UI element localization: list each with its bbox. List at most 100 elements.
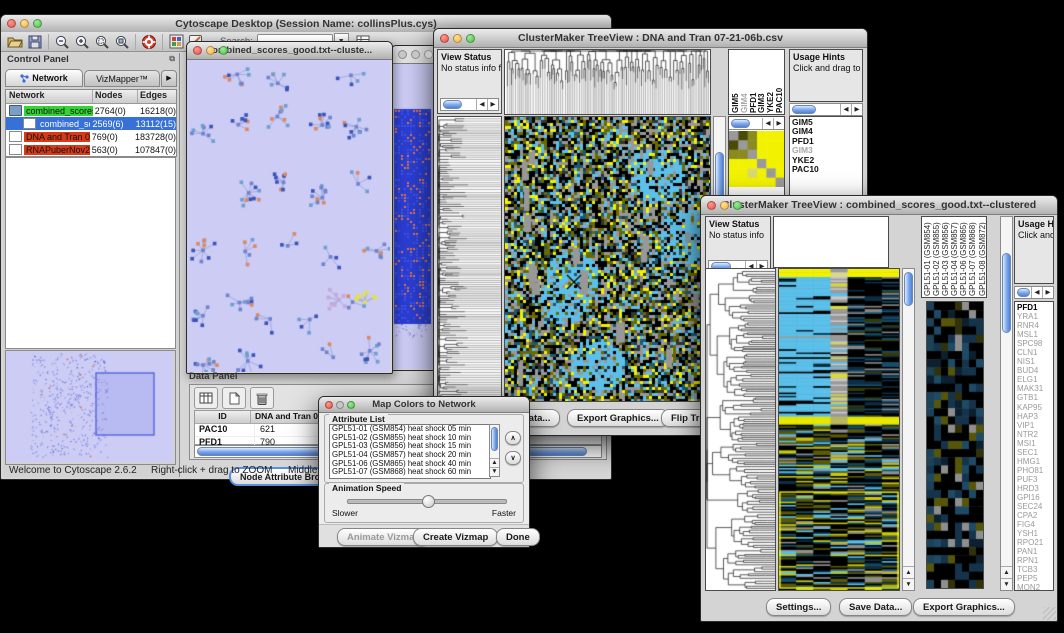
tv2-export-graphics-button[interactable]: Export Graphics... [913,598,1015,616]
tv1-column-label[interactable]: GIM5 [731,79,740,113]
tv1-title-bar[interactable]: ClusterMaker TreeView : DNA and Tran 07-… [434,29,867,48]
tv2-gene-label[interactable]: MSL1 [1017,330,1053,339]
close-icon[interactable] [325,401,333,409]
tv2-gene-label[interactable]: ELG1 [1017,375,1053,384]
open-file-icon[interactable] [5,33,25,51]
new-attribute-icon[interactable] [222,387,246,409]
zoom-window-icon[interactable] [33,19,42,28]
zoom-window-icon[interactable] [347,401,355,409]
attribute-item[interactable]: GPL51-02 (GSM855) heat shock 10 min [332,434,490,443]
minimize-icon[interactable] [206,46,215,55]
attribute-item[interactable]: GPL51-01 (GSM854) heat shock 05 min [332,425,490,434]
tv2-gene-label[interactable]: HRD3 [1017,484,1053,493]
tv2-gene-label[interactable]: PEP5 [1017,574,1053,583]
tv2-gene-label[interactable]: RNR4 [1017,321,1053,330]
close-icon[interactable] [440,34,449,43]
tv1-column-label[interactable]: YKE2 [766,79,775,113]
vizmapper-icon[interactable] [166,33,186,51]
tv2-gene-label[interactable]: GPI16 [1017,493,1053,502]
tv2-gene-vscrollbar[interactable]: ▲▼ [1000,216,1013,591]
tv2-column-label[interactable]: GPL51-04 (GSM857) [950,216,959,296]
network-name[interactable]: DNA and Tran 07 [24,132,90,142]
tv2-gene-label[interactable]: HAP3 [1017,412,1053,421]
animation-speed-slider[interactable] [347,499,507,504]
tv1-usage-hscrollbar[interactable]: ◀▶ [789,103,863,116]
tv2-gene-label[interactable]: CLN1 [1017,348,1053,357]
tv2-gene-label[interactable]: MSI1 [1017,439,1053,448]
zoom-window-icon[interactable] [466,34,475,43]
tv1-column-label[interactable]: PAC10 [775,79,784,113]
tv2-gene-label[interactable]: MAK31 [1017,384,1053,393]
tv2-gene-label[interactable]: NIS1 [1017,357,1053,366]
minimize-icon[interactable] [336,401,344,409]
tv2-gene-label[interactable]: SEC1 [1017,448,1053,457]
tv2-gene-label[interactable]: PHO81 [1017,466,1053,475]
zoom-out-icon[interactable] [52,33,72,51]
tv2-column-labels[interactable]: GPL51-01 (GSM854)GPL51-02 (GSM855)GPL51-… [921,216,987,298]
tv2-gene-label[interactable]: PUF3 [1017,475,1053,484]
network-grid-canvas[interactable] [392,64,434,369]
network-name[interactable]: combined_sco [38,119,90,129]
col-edges[interactable]: Edges [138,90,176,103]
grid-window-title-bar[interactable] [392,46,436,64]
tv1-column-dendrogram[interactable] [504,49,711,115]
tv2-gene-label[interactable]: CPA2 [1017,511,1053,520]
network-name[interactable]: combined_scores_ [24,106,93,116]
minimize-icon[interactable] [411,50,420,59]
attribute-item[interactable]: GPL51-04 (GSM857) heat shock 20 min [332,451,490,460]
slider-thumb[interactable] [422,495,435,508]
tv2-settings-button[interactable]: Settings... [766,598,831,616]
tv2-gene-label[interactable]: BUD4 [1017,366,1053,375]
tv2-gene-label[interactable]: PFD1 [1017,303,1053,312]
network-row[interactable]: combined_sco2569(6)13112(15) [6,117,176,130]
help-lifering-icon[interactable] [139,33,159,51]
tv2-vscrollbar[interactable]: ▲▼ [902,268,915,591]
tv2-column-dendrogram[interactable] [773,216,889,268]
tv2-gene-label[interactable]: FIG4 [1017,520,1053,529]
tv1-column-label[interactable]: GIM3 [757,79,766,113]
tv2-zoom-heatmap[interactable] [926,301,984,589]
tv2-gene-label[interactable]: NTR2 [1017,430,1053,439]
zoom-in-icon[interactable] [72,33,92,51]
tv2-save-data-button[interactable]: Save Data... [839,598,912,616]
network-overview-panel[interactable] [5,350,176,465]
tv2-gene-label[interactable]: YRA1 [1017,312,1053,321]
close-icon[interactable] [398,50,407,59]
network-row[interactable]: DNA and Tran 07769(0)183728(0) [6,130,176,143]
tab-overflow-arrow[interactable]: ▶ [161,70,177,87]
network-tree-empty-area[interactable] [5,157,176,349]
tv2-column-label[interactable]: GPL51-03 (GSM856) [941,216,950,296]
tv2-column-label[interactable]: GPL51-02 (GSM855) [932,216,941,296]
col-network[interactable]: Network [6,90,93,103]
network-row[interactable]: RNAPuberNov2+563(0)107847(0) [6,143,176,156]
tv2-gene-label[interactable]: PAN1 [1017,547,1053,556]
tv2-gene-label[interactable]: RPO21 [1017,538,1053,547]
network-overview-canvas[interactable] [6,351,173,462]
move-up-button[interactable]: ∧ [505,431,521,445]
data-col-id[interactable]: ID [195,411,251,423]
close-icon[interactable] [193,46,202,55]
col-nodes[interactable]: Nodes [93,90,138,103]
tv2-usage-hscrollbar[interactable]: ◀▶ [1014,286,1054,299]
tv2-column-label[interactable]: GPL51-07 (GSM868) [968,216,977,296]
move-down-button[interactable]: ∨ [505,451,521,465]
network-view-title-bar[interactable]: combined_scores_good.txt--cluste... [187,42,392,60]
attribute-item[interactable]: GPL51-06 (GSM865) heat shock 40 min [332,460,490,469]
tab-network[interactable]: Network [5,69,83,87]
tv2-gene-label[interactable]: VIP1 [1017,421,1053,430]
tv2-gene-label[interactable]: SEC24 [1017,502,1053,511]
tv2-gene-label[interactable]: TCB3 [1017,565,1053,574]
minimize-icon[interactable] [720,201,729,210]
done-button[interactable]: Done [496,528,540,546]
tv1-column-label[interactable]: GIM4 [740,79,749,113]
attribute-list-vscrollbar[interactable]: ▲▼ [489,424,500,477]
float-panel-icon[interactable]: ⧉ [169,54,175,68]
tv1-row-dendrogram[interactable] [437,116,502,402]
network-name[interactable]: RNAPuberNov2+ [24,145,90,155]
tv2-gene-labels[interactable]: PFD1YRA1RNR4MSL1SPC98CLN1NIS1BUD4ELG1MAK… [1014,301,1054,591]
zoom-window-icon[interactable] [424,50,433,59]
tv2-gene-label[interactable]: YSH1 [1017,529,1053,538]
minimize-icon[interactable] [20,19,29,28]
tv1-column-labels[interactable]: GIM5GIM4PFD1GIM3YKE2PAC10 [728,49,785,115]
delete-attribute-trash-icon[interactable] [250,387,274,409]
